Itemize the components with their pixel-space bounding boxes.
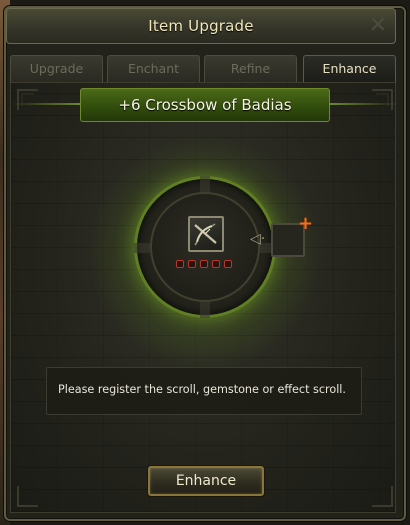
window-titlebar[interactable]: Item Upgrade ✕ (6, 8, 396, 44)
tab-refine[interactable]: Refine (204, 55, 297, 82)
instruction-text: Please register the scroll, gemstone or … (58, 383, 346, 396)
corner-ornament-icon (16, 484, 40, 508)
corner-ornament-icon (370, 88, 394, 112)
item-name-banner: +6 Crossbow of Badias (11, 88, 330, 122)
tab-enchant[interactable]: Enchant (107, 55, 200, 82)
enhance-slot-indicator (212, 260, 220, 268)
plus-icon: + (298, 213, 314, 234)
weapon-slot[interactable] (188, 216, 224, 252)
arrow-left-icon: ◁· (250, 231, 266, 247)
enhance-slot-indicator (188, 260, 196, 268)
corner-ornament-icon (16, 88, 40, 112)
enhance-slot-indicators (176, 260, 240, 270)
tab-enhance[interactable]: Enhance (303, 55, 396, 82)
enhance-slot-indicator (200, 260, 208, 268)
corner-ornament-icon (370, 484, 394, 508)
enhance-button[interactable]: Enhance (148, 466, 264, 496)
tab-upgrade[interactable]: Upgrade (10, 55, 103, 82)
upgrade-tabs: Upgrade Enchant Refine Enhance (10, 55, 396, 82)
enhance-slot-indicator (224, 260, 232, 268)
window-title: Item Upgrade (148, 17, 254, 35)
enhance-slot-indicator (176, 260, 184, 268)
close-icon[interactable]: ✕ (367, 15, 389, 37)
